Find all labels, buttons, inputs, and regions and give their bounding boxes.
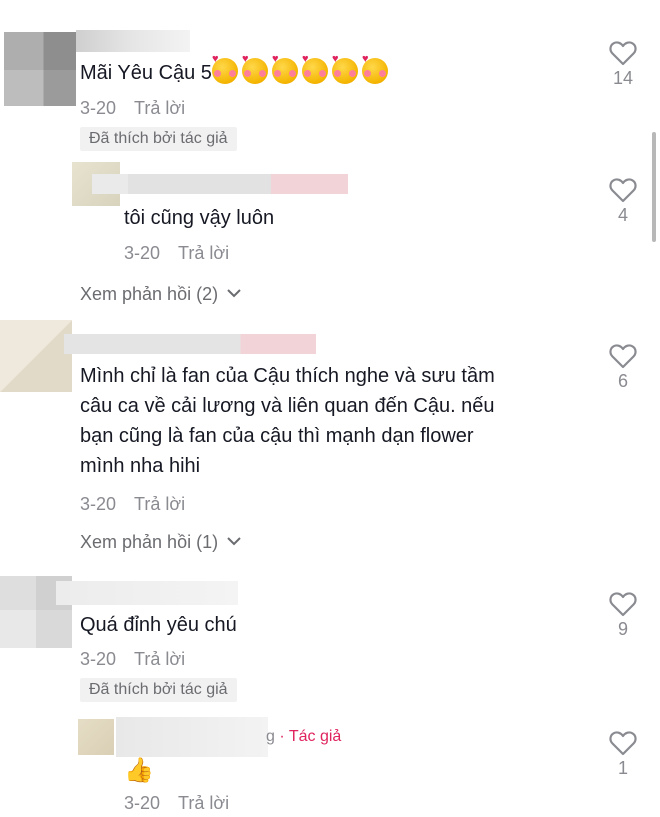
comment-date: 3-20 (124, 243, 161, 263)
comment-line: bạn cũng là fan của cậu thì mạnh dạn flo… (80, 425, 474, 447)
like-count: 9 (617, 619, 628, 639)
view-replies-button[interactable]: Xem phản hồi (1) (80, 532, 242, 553)
author-line: g · Tác giả (266, 728, 341, 746)
heart-outline-icon[interactable] (609, 40, 637, 66)
smiling-face-with-hearts-icon: ♥ (211, 54, 238, 84)
like-control[interactable]: 1 (603, 730, 643, 779)
username-blurred[interactable] (64, 334, 316, 354)
reply-button[interactable]: Trả lời (134, 98, 185, 118)
chevron-down-icon (227, 537, 241, 546)
like-control[interactable]: 9 (603, 591, 643, 640)
reply-button[interactable]: Trả lời (178, 243, 229, 263)
comment-meta: 3-20 Trả lời (124, 243, 229, 264)
liked-by-author-badge: Đã thích bởi tác giả (80, 127, 237, 151)
thumbs-up-icon: 👍 (124, 757, 154, 784)
avatar[interactable] (0, 320, 72, 392)
username-suffix: g (266, 728, 275, 745)
comment-meta: 3-20 Trả lời (80, 649, 185, 670)
comment-text: Quá đỉnh yêu chú (80, 614, 237, 636)
comment-text: tôi cũng vậy luôn (124, 207, 275, 229)
comment-text: Mình chỉ là fan của Cậu thích nghe và sư… (80, 361, 495, 481)
comment-date: 3-20 (80, 649, 117, 669)
comment-line: Mình chỉ là fan của Cậu thích nghe và sư… (80, 365, 495, 387)
like-control[interactable]: 4 (603, 177, 643, 226)
like-count: 6 (617, 371, 628, 391)
avatar[interactable] (78, 719, 114, 755)
heart-outline-icon[interactable] (609, 591, 637, 617)
view-replies-label: Xem phản hồi (2) (80, 284, 219, 304)
username-blurred[interactable] (76, 30, 190, 52)
scrollbar[interactable] (652, 132, 656, 242)
emoji-row: ♥ ♥ ♥ ♥ ♥ ♥ (211, 54, 392, 84)
reply-button[interactable]: Trả lời (134, 649, 185, 669)
username-blurred[interactable] (116, 717, 268, 757)
like-control[interactable]: 6 (603, 343, 643, 392)
liked-by-author-badge: Đã thích bởi tác giả (80, 678, 237, 702)
chevron-down-icon (227, 289, 241, 298)
comment-text: Mãi Yêu Cậu 5 ♥ ♥ ♥ ♥ ♥ ♥ (80, 54, 392, 88)
like-count: 4 (617, 205, 628, 225)
smiling-face-with-hearts-icon: ♥ (301, 54, 328, 84)
like-count: 1 (617, 758, 628, 778)
comment-date: 3-20 (80, 98, 117, 118)
like-control[interactable]: 14 (603, 40, 643, 89)
smiling-face-with-hearts-icon: ♥ (361, 54, 388, 84)
view-replies-button[interactable]: Xem phản hồi (2) (80, 284, 242, 305)
avatar[interactable] (4, 32, 76, 106)
heart-outline-icon[interactable] (609, 730, 637, 756)
comment-date: 3-20 (80, 494, 117, 514)
smiling-face-with-hearts-icon: ♥ (241, 54, 268, 84)
like-count: 14 (612, 68, 634, 88)
reply-button[interactable]: Trả lời (178, 793, 229, 813)
heart-outline-icon[interactable] (609, 343, 637, 369)
comment-meta: 3-20 Trả lời (124, 793, 229, 814)
comment-body: Mãi Yêu Cậu 5 (80, 62, 212, 84)
comment-meta: 3-20 Trả lời (80, 98, 185, 119)
smiling-face-with-hearts-icon: ♥ (271, 54, 298, 84)
comment-line: câu ca về cải lương và liên quan đến Cậu… (80, 395, 495, 417)
comment-meta: 3-20 Trả lời (80, 494, 185, 515)
username-blurred[interactable] (92, 174, 348, 194)
author-tag: · Tác giả (279, 728, 342, 745)
comment-date: 3-20 (124, 793, 161, 813)
username-blurred[interactable] (56, 581, 238, 605)
reply-button[interactable]: Trả lời (134, 494, 185, 514)
heart-outline-icon[interactable] (609, 177, 637, 203)
comment-line: mình nha hihi (80, 455, 201, 477)
smiling-face-with-hearts-icon: ♥ (331, 54, 358, 84)
view-replies-label: Xem phản hồi (1) (80, 532, 219, 552)
